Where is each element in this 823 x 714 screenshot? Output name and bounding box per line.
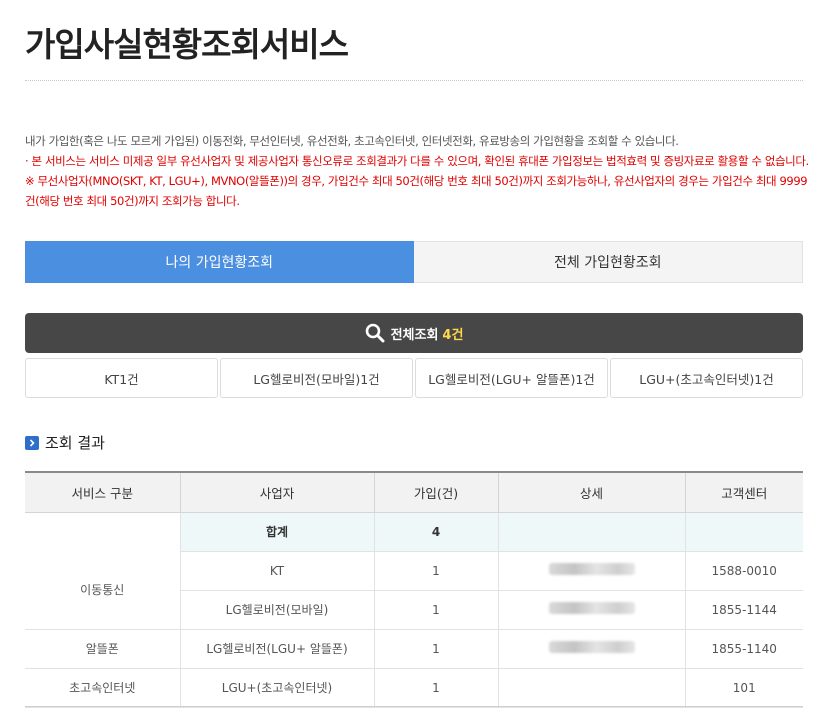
table-bottom-rule xyxy=(25,706,803,707)
table-row: 초고속인터넷 LGU+(초고속인터넷) 1 101 xyxy=(25,668,803,708)
customer-center-number: 1855-1140 xyxy=(684,629,803,669)
page-title: 가입사실현황조회서비스 xyxy=(25,25,349,64)
total-count: 4건 xyxy=(442,327,464,343)
chevron-right-icon xyxy=(25,435,39,450)
lookup-tabs: 나의 가입현황조회 전체 가입현황조회 xyxy=(25,241,803,283)
total-lookup-label: 전체조회 xyxy=(390,327,439,343)
customer-center-number: 101 xyxy=(684,668,803,708)
provider-name: KT xyxy=(179,551,374,591)
subscription-count: 1 xyxy=(373,668,498,708)
subscription-count: 1 xyxy=(373,551,498,591)
carrier-button-kt[interactable]: KT1건 xyxy=(25,358,218,398)
column-header-center: 고객센터 xyxy=(684,471,803,513)
detail-redacted xyxy=(497,590,685,630)
total-row-label: 합계 xyxy=(179,512,374,552)
title-divider xyxy=(25,80,803,81)
total-row-count: 4 xyxy=(373,512,498,552)
service-category: 초고속인터넷 xyxy=(25,668,180,708)
provider-name: LG헬로비전(LGU+ 알뜰폰) xyxy=(179,629,374,669)
detail-redacted xyxy=(497,629,685,669)
customer-center-number: 1855-1144 xyxy=(684,590,803,630)
description-warning-2: ※ 무선사업자(MNO(SKT, KT, LGU+), MVNO(알뜰폰))의 … xyxy=(25,174,808,208)
carrier-button-lghellovision-mobile[interactable]: LG헬로비전(모바일)1건 xyxy=(220,358,413,398)
total-row-spacer xyxy=(25,512,180,551)
tab-my-subscriptions[interactable]: 나의 가입현황조회 xyxy=(25,241,414,283)
detail-cell xyxy=(497,668,685,708)
description-warning-1: · 본 서비스는 서비스 미제공 일부 유선사업자 및 제공사업자 통신오류로 … xyxy=(25,154,809,168)
section-title-label: 조회 결과 xyxy=(45,434,105,452)
service-description: 내가 가입한(혹은 나도 모르게 가입된) 이동전화, 무선인터넷, 유선전화,… xyxy=(25,131,815,211)
total-row-detail xyxy=(497,512,685,552)
total-row-center xyxy=(684,512,803,552)
customer-center-number: 1588-0010 xyxy=(684,551,803,591)
results-table: 서비스 구분 사업자 가입(건) 상세 고객센터 합계 4 이동통신 KT 1 … xyxy=(25,471,803,708)
column-header-count: 가입(건) xyxy=(373,471,498,513)
column-header-detail: 상세 xyxy=(497,471,685,513)
table-row: 알뜰폰 LG헬로비전(LGU+ 알뜰폰) 1 1855-1140 xyxy=(25,629,803,669)
provider-name: LGU+(초고속인터넷) xyxy=(179,668,374,708)
total-lookup-button[interactable]: 전체조회 4건 xyxy=(25,313,803,353)
carrier-filter-list: KT1건 LG헬로비전(모바일)1건 LG헬로비전(LGU+ 알뜰폰)1건 LG… xyxy=(25,358,803,398)
table-header-row: 서비스 구분 사업자 가입(건) 상세 고객센터 xyxy=(25,471,803,513)
section-title: 조회 결과 xyxy=(25,432,105,453)
column-header-service: 서비스 구분 xyxy=(25,471,180,513)
search-icon xyxy=(365,323,385,343)
carrier-button-lgu-internet[interactable]: LGU+(초고속인터넷)1건 xyxy=(610,358,803,398)
column-header-provider: 사업자 xyxy=(179,471,374,513)
service-category: 알뜰폰 xyxy=(25,629,180,669)
service-category: 이동통신 xyxy=(25,551,180,630)
table-row: 이동통신 KT 1 1588-0010 xyxy=(25,551,803,630)
total-row: 합계 4 xyxy=(25,512,803,552)
description-line-1: 내가 가입한(혹은 나도 모르게 가입된) 이동전화, 무선인터넷, 유선전화,… xyxy=(25,134,679,148)
carrier-button-lghellovision-mvno[interactable]: LG헬로비전(LGU+ 알뜰폰)1건 xyxy=(415,358,608,398)
subscription-count: 1 xyxy=(373,590,498,630)
tab-all-subscriptions[interactable]: 전체 가입현황조회 xyxy=(413,241,803,283)
provider-name: LG헬로비전(모바일) xyxy=(179,590,374,630)
detail-redacted xyxy=(497,551,685,591)
subscription-count: 1 xyxy=(373,629,498,669)
